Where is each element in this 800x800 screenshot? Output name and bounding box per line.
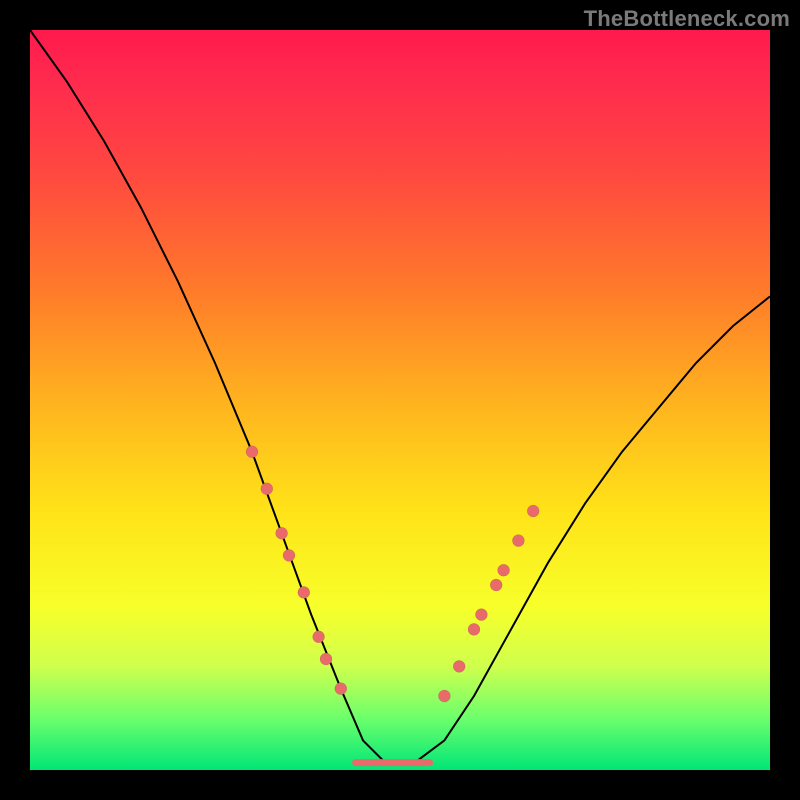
marker-point (283, 549, 295, 561)
chart-stage: TheBottleneck.com (0, 0, 800, 800)
marker-point (320, 653, 332, 665)
marker-point (335, 683, 347, 695)
marker-point (313, 631, 325, 643)
chart-svg (30, 30, 770, 770)
marker-point (527, 505, 539, 517)
marker-point (261, 483, 273, 495)
marker-point (490, 579, 502, 591)
marker-point (246, 446, 258, 458)
watermark-text: TheBottleneck.com (584, 6, 790, 32)
marker-point (298, 586, 310, 598)
marker-point (276, 527, 288, 539)
marker-point (438, 690, 450, 702)
marker-points (246, 446, 539, 702)
marker-point (453, 660, 465, 672)
marker-point (468, 623, 480, 635)
bottleneck-curve-line (30, 30, 770, 763)
marker-point (475, 609, 487, 621)
marker-point (498, 564, 510, 576)
plot-area (30, 30, 770, 770)
marker-point (512, 535, 524, 547)
